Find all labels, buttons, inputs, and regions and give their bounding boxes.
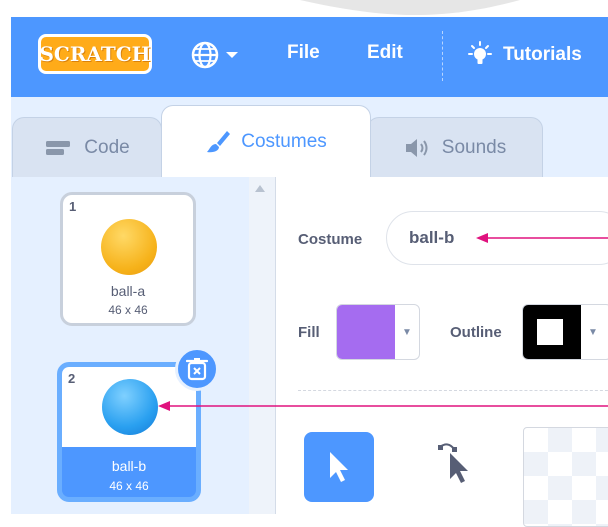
paint-editor: Costume ball-b Fill ▼ Outline ▼	[276, 177, 608, 527]
language-menu[interactable]	[189, 39, 259, 71]
toolbar-divider	[298, 390, 608, 391]
outline-color-swatch	[523, 305, 581, 359]
tab-costumes[interactable]: Costumes	[161, 105, 371, 177]
fill-color-picker[interactable]: ▼	[336, 304, 420, 360]
costume-name: ball-b	[111, 458, 147, 474]
file-menu[interactable]: File	[287, 42, 320, 64]
chevron-down-icon: ▼	[588, 326, 598, 338]
tutorials-menu[interactable]: Tutorials	[465, 37, 582, 73]
chevron-down-icon	[226, 52, 238, 58]
chevron-down-icon: ▼	[402, 326, 412, 338]
costume-thumbnail-ball-b	[102, 379, 158, 435]
edit-menu[interactable]: Edit	[367, 42, 403, 64]
costume-name: ball-a	[110, 283, 146, 299]
speaker-icon	[405, 138, 428, 157]
scratch-logo[interactable]: SCRATCH	[38, 34, 152, 74]
drawing-canvas[interactable]	[523, 427, 608, 527]
costume-name-input[interactable]: ball-b	[386, 211, 608, 265]
costume-thumbnail-ball-a	[101, 219, 157, 275]
outline-color-picker[interactable]: ▼	[522, 304, 608, 360]
menu-bar: SCRATCH File Edit Tutorials	[11, 17, 608, 97]
costume-tile-1[interactable]: 1 ball-a 46 x 46	[60, 192, 196, 326]
arrow-cursor-icon	[330, 452, 348, 482]
reshape-cursor-icon	[438, 443, 468, 483]
costume-list-scrollbar[interactable]	[249, 177, 275, 514]
tab-sounds[interactable]: Sounds	[367, 117, 543, 177]
scroll-up-arrow-icon[interactable]	[255, 185, 265, 192]
paintbrush-icon	[207, 130, 231, 152]
costume-number: 1	[69, 199, 77, 214]
reshape-tool-button[interactable]	[436, 439, 476, 487]
tab-code[interactable]: Code	[12, 117, 162, 177]
costume-name-label: Costume	[298, 231, 363, 248]
costume-number: 2	[68, 371, 76, 386]
menu-divider	[442, 31, 443, 81]
outline-label: Outline	[450, 324, 502, 341]
fill-label: Fill	[298, 324, 320, 341]
costume-list-panel: 1 ball-a 46 x 46 2 ball-b 46 x 46	[11, 177, 276, 514]
costume-size: 46 x 46	[109, 479, 149, 493]
delete-costume-button[interactable]	[175, 347, 219, 391]
tab-costumes-label: Costumes	[241, 130, 327, 152]
code-blocks-icon	[46, 140, 71, 155]
select-tool-button[interactable]	[304, 432, 374, 502]
tutorials-label: Tutorials	[503, 44, 582, 65]
tab-code-label: Code	[84, 136, 130, 158]
costume-size: 46 x 46	[108, 303, 148, 317]
globe-icon	[191, 41, 219, 69]
trash-icon	[186, 358, 208, 381]
fill-color-swatch	[337, 305, 395, 359]
tab-sounds-label: Sounds	[441, 136, 507, 158]
lightbulb-icon	[468, 41, 492, 64]
editor-tabs: Code Costumes Sounds	[11, 97, 608, 177]
costume-thumbnail-area	[62, 367, 196, 447]
